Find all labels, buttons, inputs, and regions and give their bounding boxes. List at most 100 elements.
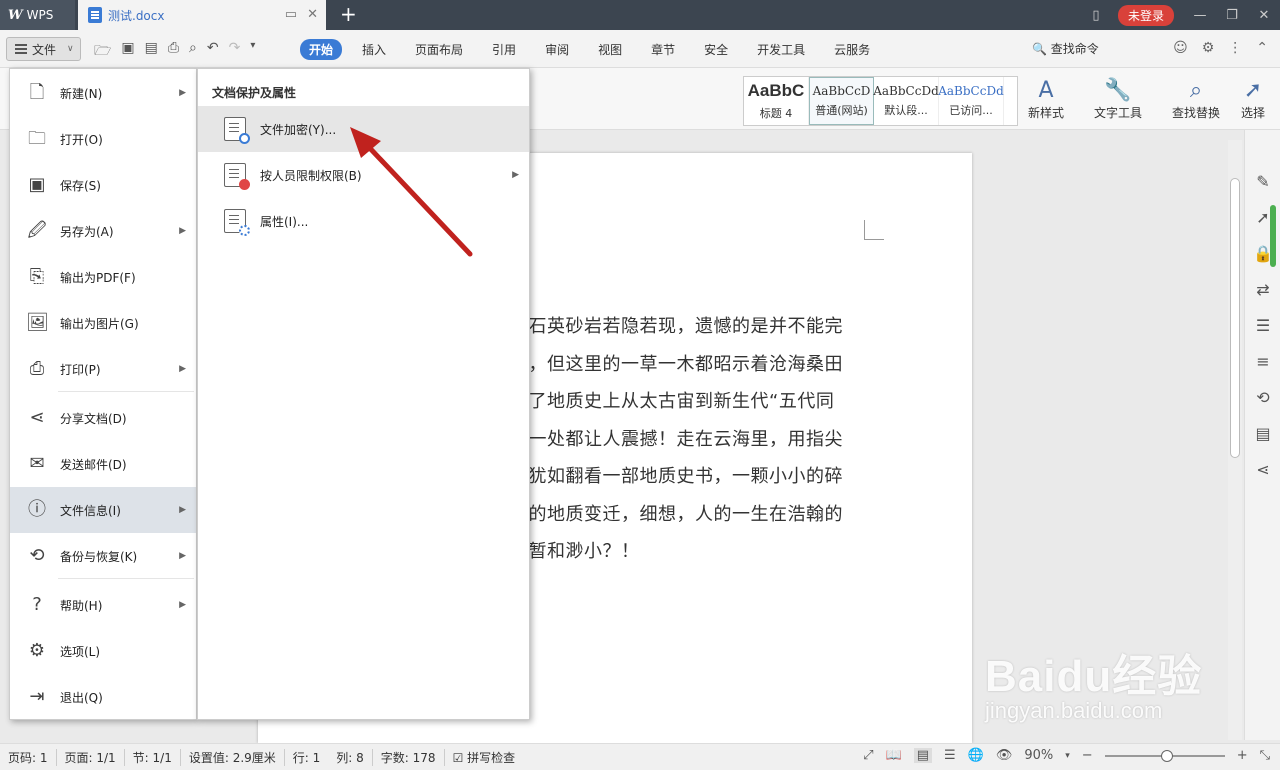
file-menu-item[interactable]: ? 帮助(H) ▶	[10, 582, 196, 628]
web-view-icon[interactable]: 🌐	[968, 748, 984, 763]
window-layout-icon[interactable]: ▯	[1080, 8, 1112, 23]
tab-8[interactable]: 开发工具	[748, 39, 814, 60]
find-replace-button[interactable]: ⌕ 查找替换	[1172, 78, 1220, 121]
adjust-icon[interactable]: ≡	[1253, 352, 1273, 372]
status-setting[interactable]: 设置值: 2.9厘米	[181, 748, 285, 766]
new-style-button[interactable]: A 新样式	[1028, 78, 1064, 121]
properties-icon	[224, 209, 250, 236]
close-tab-icon[interactable]: ✕	[307, 7, 318, 22]
submenu-arrow-icon: ▶	[179, 600, 186, 610]
file-menu-item[interactable]: ▣ 保存(S)	[10, 162, 196, 208]
export-pdf-icon[interactable]: ▤	[145, 40, 158, 64]
new-tab-button[interactable]: +	[340, 4, 357, 24]
outline-icon[interactable]: ☰	[1253, 316, 1273, 336]
file-menu-item[interactable]: ⎘ 输出为PDF(F)	[10, 254, 196, 300]
search-command[interactable]: 🔍 查找命令	[1032, 40, 1099, 57]
backup-panel-icon[interactable]: ▤	[1253, 424, 1273, 444]
submenu-item[interactable]: 按人员限制权限(B) ▶	[198, 152, 529, 198]
document-tab[interactable]: 测试.docx ▭ ✕	[78, 0, 326, 30]
collapse-ribbon-icon[interactable]: ⌃	[1256, 40, 1268, 56]
eye-protect-icon[interactable]: 👁	[996, 748, 1013, 763]
print-icon[interactable]: ⎙	[168, 40, 179, 64]
file-menu-item[interactable]: 🗀 打开(O)	[10, 116, 196, 162]
open-folder-icon[interactable]: 🗁	[94, 40, 111, 64]
document-line: 目，但这里的一草一木都昭示着沧海桑田	[510, 353, 843, 375]
submenu-arrow-icon: ▶	[179, 88, 186, 98]
more-icon[interactable]: ⋮	[1228, 40, 1242, 56]
backup-icon: ⟲	[29, 545, 45, 566]
wps-home-tab[interactable]: W WPS	[0, 0, 75, 30]
file-menu-item[interactable]: ⓘ 文件信息(I) ▶	[10, 487, 196, 533]
chevron-down-icon: ∨	[67, 44, 74, 54]
outline-view-icon[interactable]: ☰	[944, 748, 956, 763]
customize-toolbar-icon[interactable]: ▾	[250, 40, 255, 64]
file-menu-button[interactable]: 文件 ∨	[6, 37, 81, 61]
tab-5[interactable]: 视图	[589, 39, 631, 60]
file-menu-item[interactable]: 🗋 新建(N) ▶	[10, 70, 196, 116]
tab-4[interactable]: 审阅	[536, 39, 578, 60]
styles-gallery[interactable]: AaBbC 标题 4 AaBbCcD 普通(网站) AaBbCcDd 默认段... AaBb…	[743, 76, 1018, 126]
submenu-item[interactable]: 属性(I)...	[198, 198, 529, 244]
tab-2[interactable]: 页面布局	[406, 39, 472, 60]
status-section[interactable]: 节: 1/1	[125, 748, 181, 766]
close-window-icon[interactable]: ✕	[1248, 8, 1280, 23]
style-item[interactable]: AaBbCcDd 已访问...	[938, 77, 1004, 125]
status-page[interactable]: 页面: 1/1	[57, 748, 125, 766]
file-menu-item[interactable]: 🖼 输出为图片(G)	[10, 300, 196, 346]
feedback-icon[interactable]: ☺	[1173, 40, 1188, 56]
text-tools-button[interactable]: 🔧 文字工具	[1094, 78, 1142, 121]
zoom-dropdown-icon[interactable]: ▾	[1065, 751, 1070, 761]
tab-6[interactable]: 章节	[642, 39, 684, 60]
file-menu-item[interactable]: ⋖ 分享文档(D)	[10, 395, 196, 441]
fullscreen-icon[interactable]: ⤢	[863, 748, 873, 763]
minimize-icon[interactable]: —	[1184, 8, 1216, 23]
find-replace-label: 查找替换	[1172, 106, 1221, 120]
zoom-slider[interactable]	[1104, 749, 1225, 762]
status-word-count[interactable]: 字数: 178	[373, 748, 445, 766]
style-item[interactable]: AaBbCcDd 默认段...	[873, 77, 939, 125]
tab-7[interactable]: 安全	[695, 39, 737, 60]
tab-9[interactable]: 云服务	[825, 39, 879, 60]
reading-mode-icon[interactable]: 📖	[886, 748, 902, 763]
page-view-icon[interactable]: ▤	[913, 748, 932, 763]
file-menu-item[interactable]: ⟲ 备份与恢复(K) ▶	[10, 533, 196, 579]
redo-icon[interactable]: ↷	[229, 40, 241, 64]
style-sample: AaBbC	[747, 81, 805, 100]
fit-width-icon[interactable]: ⤡	[1260, 748, 1270, 763]
file-menu-item[interactable]: ⎙ 打印(P) ▶	[10, 346, 196, 392]
pen-icon[interactable]: ✎	[1253, 172, 1273, 192]
translate-icon[interactable]: ⇄	[1253, 280, 1273, 300]
file-menu-item[interactable]: ✉ 发送邮件(D)	[10, 441, 196, 487]
zoom-out-icon[interactable]: −	[1082, 748, 1093, 763]
status-page-num[interactable]: 页码: 1	[0, 748, 57, 766]
select-label: 选择	[1241, 106, 1266, 120]
login-button[interactable]: 未登录	[1117, 4, 1174, 26]
search-command-label: 查找命令	[1050, 42, 1099, 56]
scrollbar-thumb[interactable]	[1230, 178, 1240, 458]
file-menu-item[interactable]: ⇥ 退出(Q)	[10, 674, 196, 720]
tab-0[interactable]: 开始	[300, 39, 343, 60]
print-preview-icon[interactable]: ⌕	[189, 40, 197, 64]
spellcheck-button[interactable]: ☑ 拼写检查	[445, 749, 524, 766]
zoom-in-icon[interactable]: +	[1237, 748, 1248, 763]
tab-3[interactable]: 引用	[483, 39, 525, 60]
file-menu-item[interactable]: ⚙ 选项(L)	[10, 628, 196, 674]
style-item[interactable]: AaBbC 标题 4	[744, 77, 809, 125]
restore-icon[interactable]: ❐	[1216, 8, 1248, 23]
tab-1[interactable]: 插入	[353, 39, 395, 60]
vertical-scrollbar[interactable]	[1228, 140, 1242, 740]
zoom-slider-knob[interactable]	[1160, 749, 1173, 762]
history-icon[interactable]: ⟲	[1253, 388, 1273, 408]
save-icon[interactable]: ▣	[121, 40, 134, 64]
share-panel-icon[interactable]: ⋖	[1253, 460, 1273, 480]
style-item[interactable]: AaBbCcD 普通(网站)	[809, 77, 874, 125]
pin-tab-icon[interactable]: ▭	[285, 7, 297, 22]
select-button[interactable]: ➚ 选择	[1241, 78, 1265, 121]
submenu-item[interactable]: 文件加密(Y)...	[198, 106, 529, 152]
undo-icon[interactable]: ↶	[207, 40, 219, 64]
file-menu-item[interactable]: 🖉 另存为(A) ▶	[10, 208, 196, 254]
settings-icon[interactable]: ⚙	[1202, 40, 1215, 56]
search-icon: 🔍	[1032, 42, 1047, 56]
zoom-level[interactable]: 90%	[1024, 748, 1053, 763]
document-body[interactable]: 的石英砂岩若隐若现，遗憾的是并不能完 目，但这里的一草一木都昭示着沧海桑田 留了地质…	[510, 308, 870, 571]
